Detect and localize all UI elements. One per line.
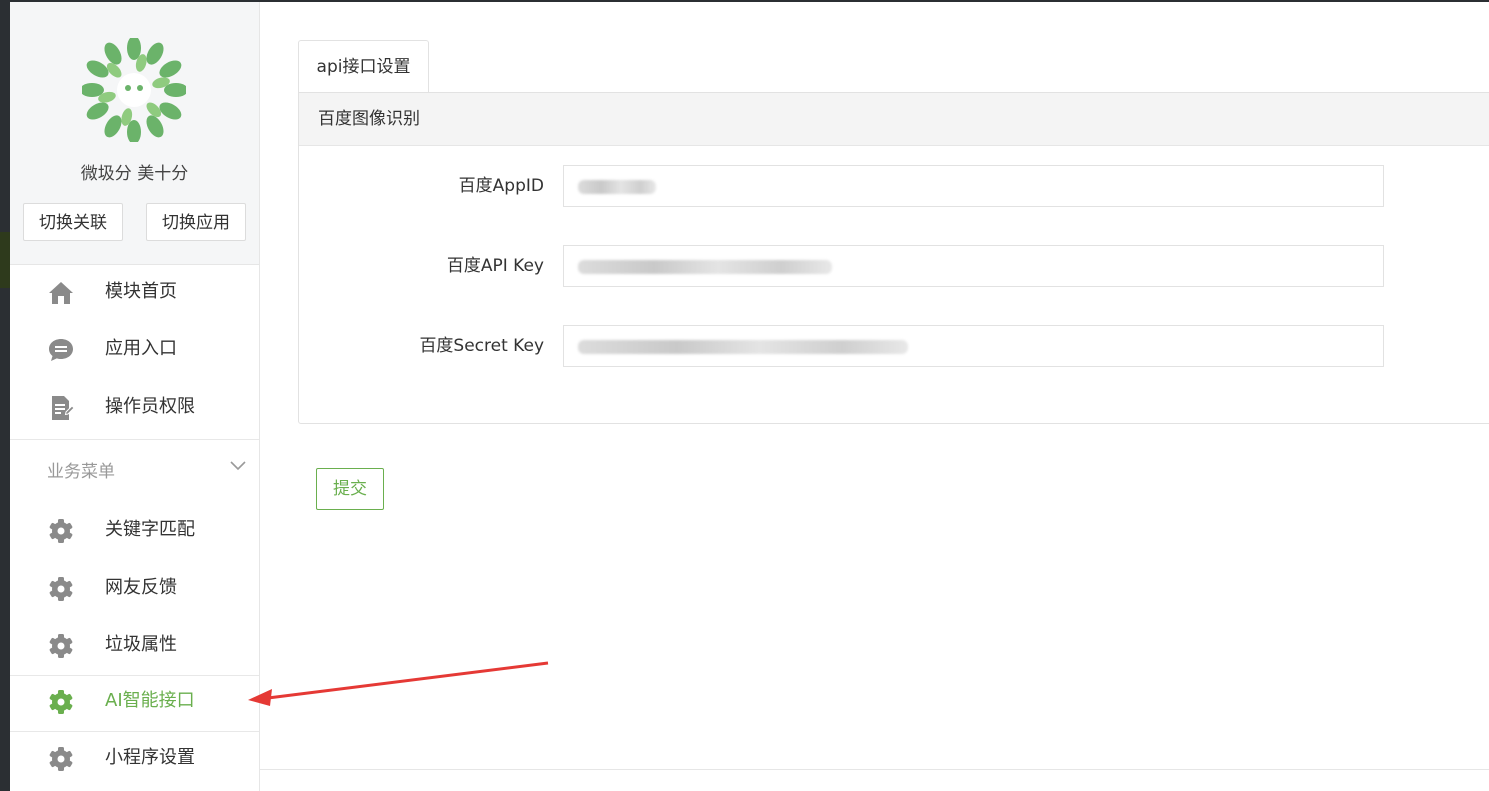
sidebar-item-label: 模块首页	[105, 281, 177, 302]
chat-icon	[49, 339, 73, 361]
sidebar-item-module-home[interactable]: 模块首页	[10, 264, 259, 320]
sidebar-item-operator-permissions[interactable]: 操作员权限	[10, 379, 259, 435]
home-icon	[49, 282, 73, 304]
sidebar-item-label: 小程序设置	[105, 747, 195, 768]
window-left-edge	[0, 0, 10, 791]
sidebar-item-label: 关键字匹配	[105, 519, 195, 540]
submit-button[interactable]: 提交	[316, 468, 384, 510]
main-content: api接口设置 百度图像识别 百度AppID 百度API Key 百度Secre…	[260, 2, 1489, 791]
document-edit-icon	[52, 396, 75, 420]
brand-name: 微圾分 美十分	[80, 164, 189, 184]
appid-label: 百度AppID	[458, 176, 544, 196]
sidebar-item-garbage-attributes[interactable]: 垃圾属性	[10, 617, 259, 673]
sidebar-item-user-feedback[interactable]: 网友反馈	[10, 560, 259, 616]
switch-app-button[interactable]: 切换应用	[146, 203, 246, 241]
api-key-label: 百度API Key	[446, 256, 544, 276]
sidebar-divider	[10, 439, 259, 440]
leaf-wreath-logo-icon	[82, 38, 186, 142]
sidebar-item-app-entry[interactable]: 应用入口	[10, 321, 259, 377]
secret-key-label: 百度Secret Key	[419, 336, 544, 356]
api-key-input[interactable]	[563, 245, 1384, 287]
sidebar: 微圾分 美十分 切换关联 切换应用 模块首页 应用入口 操作员权限 业务菜单 关…	[10, 2, 260, 791]
sidebar-item-miniprogram-settings[interactable]: 小程序设置	[10, 730, 259, 786]
redacted-value	[578, 339, 908, 354]
gear-icon	[49, 519, 73, 543]
sidebar-item-label: 垃圾属性	[105, 634, 177, 655]
secret-key-input[interactable]	[563, 325, 1384, 367]
window-left-edge-accent	[0, 232, 10, 288]
gear-icon	[49, 577, 73, 601]
form-row-api-key: 百度API Key	[299, 245, 1489, 287]
sidebar-item-label: 网友反馈	[105, 577, 177, 598]
sidebar-item-label: 操作员权限	[105, 396, 195, 417]
sidebar-item-label: AI智能接口	[105, 690, 195, 711]
sidebar-item-keyword-match[interactable]: 关键字匹配	[10, 502, 259, 558]
form-row-secret-key: 百度Secret Key	[299, 325, 1489, 367]
sidebar-item-label: 应用入口	[105, 338, 177, 359]
footer-divider	[260, 769, 1489, 770]
gear-icon	[49, 690, 73, 714]
gear-icon	[49, 634, 73, 658]
sidebar-item-ai-interface[interactable]: AI智能接口	[10, 673, 259, 729]
settings-panel: 百度图像识别 百度AppID 百度API Key 百度Secret Key	[298, 92, 1489, 424]
redacted-value	[578, 259, 832, 274]
sidebar-section-title: 业务菜单	[47, 462, 115, 482]
appid-input[interactable]	[563, 165, 1384, 207]
panel-title: 百度图像识别	[318, 109, 420, 129]
redacted-value	[578, 179, 656, 194]
switch-link-button[interactable]: 切换关联	[23, 203, 123, 241]
chevron-down-icon[interactable]	[229, 460, 247, 472]
gear-icon	[49, 747, 73, 771]
tab-api-settings[interactable]: api接口设置	[298, 40, 429, 93]
form-row-appid: 百度AppID	[299, 165, 1489, 207]
brand-panel: 微圾分 美十分 切换关联 切换应用	[10, 2, 259, 265]
panel-header: 百度图像识别	[299, 93, 1489, 146]
